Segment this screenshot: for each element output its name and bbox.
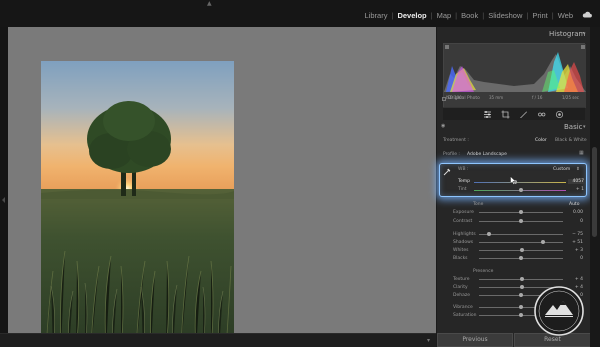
- histogram-focal: 35 mm: [489, 95, 504, 100]
- treatment-label: Treatment :: [443, 138, 469, 143]
- right-panel-scrollbar[interactable]: [590, 27, 600, 347]
- highlights-value[interactable]: − 75: [567, 232, 583, 237]
- toolbar-toggle-icon[interactable]: ▾: [427, 337, 430, 344]
- shadows-thumb[interactable]: [541, 240, 545, 244]
- shadows-slider[interactable]: [479, 242, 563, 243]
- contrast-value[interactable]: 0: [567, 219, 583, 224]
- module-print[interactable]: Print: [529, 11, 550, 20]
- contrast-thumb[interactable]: [519, 219, 523, 223]
- tone-label: Tone: [473, 202, 484, 207]
- dehaze-label: Dehaze: [453, 293, 470, 298]
- cloud-icon[interactable]: [582, 11, 592, 18]
- treatment-color[interactable]: Color: [535, 138, 547, 143]
- image-canvas[interactable]: [8, 27, 436, 347]
- wb-value[interactable]: Custom: [553, 167, 570, 172]
- shadows-value[interactable]: + 51: [567, 240, 583, 245]
- vibrance-thumb[interactable]: [519, 305, 523, 309]
- dehaze-thumb[interactable]: [519, 293, 523, 297]
- blacks-thumb[interactable]: [519, 256, 523, 260]
- original-photo-checkbox[interactable]: [442, 97, 446, 101]
- tone-auto[interactable]: Auto: [569, 202, 579, 207]
- phlog-logo: [534, 286, 584, 336]
- module-bar: ▲ Library | Develop | Map | Book | Slide…: [0, 0, 600, 27]
- basic-title[interactable]: Basic: [564, 123, 583, 131]
- sliders-icon[interactable]: [483, 110, 492, 119]
- tool-strip: [443, 107, 585, 120]
- eye-icon[interactable]: ◉: [441, 123, 445, 129]
- highlights-label: Highlights: [453, 232, 476, 237]
- texture-value[interactable]: + 4: [567, 277, 583, 282]
- saturation-thumb[interactable]: [519, 313, 523, 317]
- landscape-photo: [41, 61, 234, 347]
- histogram-title[interactable]: Histogram: [549, 30, 585, 38]
- whites-thumb[interactable]: [520, 248, 524, 252]
- blacks-value[interactable]: 0: [567, 256, 583, 261]
- photo-preview[interactable]: [41, 61, 234, 347]
- blacks-label: Blacks: [453, 256, 468, 261]
- highlights-slider[interactable]: [479, 234, 563, 235]
- wb-label: WB :: [458, 167, 469, 172]
- whites-value[interactable]: + 3: [567, 248, 583, 253]
- left-panel-collapsed: [0, 27, 8, 347]
- module-book[interactable]: Book: [458, 11, 481, 20]
- module-library[interactable]: Library: [362, 11, 391, 20]
- tint-slider-thumb[interactable]: [519, 188, 523, 192]
- histogram-shutter: 1/25 sec: [562, 95, 579, 100]
- contrast-label: Contrast: [453, 219, 473, 224]
- cursor-icon: [510, 176, 516, 185]
- texture-thumb[interactable]: [520, 277, 524, 281]
- basic-collapse-icon[interactable]: ▾: [583, 124, 586, 130]
- crop-icon[interactable]: [501, 110, 510, 119]
- previous-button[interactable]: Previous: [437, 333, 513, 347]
- treatment-bw[interactable]: Black & White: [555, 138, 587, 143]
- module-map[interactable]: Map: [434, 11, 455, 20]
- texture-label: Texture: [453, 277, 470, 282]
- whites-label: Whites: [453, 248, 469, 253]
- white-balance-section: WB : Custom ⬍ Temp 4057 Tint + 1: [439, 163, 587, 197]
- filmstrip-bar: ▾: [0, 333, 436, 347]
- saturation-label: Saturation: [453, 313, 477, 318]
- dropper-icon[interactable]: [443, 168, 451, 176]
- grid-icon[interactable]: ▦: [579, 150, 584, 156]
- module-develop[interactable]: Develop: [394, 11, 429, 20]
- module-web[interactable]: Web: [555, 11, 576, 20]
- left-panel-toggle-icon[interactable]: [2, 197, 5, 203]
- histogram-aperture: f / 16: [532, 95, 543, 100]
- profile-value[interactable]: Adobe Landscape: [467, 152, 507, 157]
- top-panel-toggle-icon[interactable]: ▲: [207, 0, 212, 7]
- highlights-thumb[interactable]: [487, 232, 491, 236]
- mask-icon[interactable]: [555, 110, 564, 119]
- temp-value[interactable]: 4057: [568, 179, 584, 184]
- tint-value[interactable]: + 1: [568, 187, 584, 192]
- tint-label: Tint: [458, 187, 467, 192]
- brush-icon[interactable]: [519, 110, 528, 119]
- scroll-thumb[interactable]: [592, 147, 597, 237]
- temp-label: Temp: [458, 179, 470, 184]
- shadows-label: Shadows: [453, 240, 474, 245]
- exposure-label: Exposure: [453, 210, 474, 215]
- temp-slider[interactable]: [474, 182, 566, 183]
- presence-label: Presence: [473, 269, 494, 274]
- clarity-thumb[interactable]: [520, 285, 524, 289]
- vibrance-label: Vibrance: [453, 305, 473, 310]
- exposure-thumb[interactable]: [519, 210, 523, 214]
- original-photo-label: Original Photo: [448, 96, 480, 101]
- clarity-label: Clarity: [453, 285, 468, 290]
- module-picker: Library | Develop | Map | Book | Slidesh…: [362, 11, 576, 20]
- profile-label: Profile :: [443, 152, 460, 157]
- histogram-collapse-icon[interactable]: ▾: [583, 31, 586, 37]
- wb-dropdown-icon[interactable]: ⬍: [576, 167, 580, 172]
- module-slideshow[interactable]: Slideshow: [485, 11, 525, 20]
- redeye-icon[interactable]: [537, 110, 546, 119]
- exposure-value[interactable]: 0.00: [567, 210, 583, 215]
